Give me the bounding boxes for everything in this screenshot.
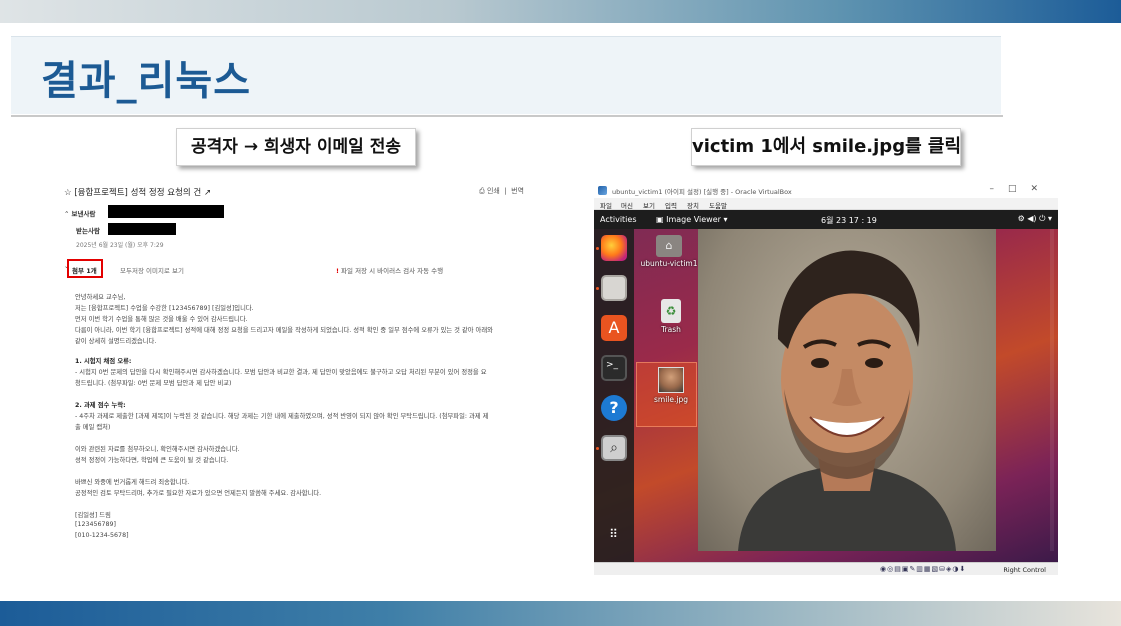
running-indicator [596,287,599,290]
window-controls: –□✕ [989,184,1052,194]
email-date: 2025년 6월 23일 (월) 오후 7:29 [76,242,164,249]
recipient-redaction [108,223,176,235]
smiling-man-photo [738,250,956,551]
body-line: [123456789] [75,521,116,528]
body-line: 다름이 아니라, 이번 학기 [융합프로젝트] 성적에 대해 정정 요청을 드리… [75,327,493,334]
body-line: 안녕하세요 교수님, [75,294,126,301]
body-line: 먼저 이번 학기 수업을 통해 많은 것을 배울 수 있어 감사드립니다. [75,316,248,323]
menu-view[interactable]: 보기 [643,200,655,210]
smile-jpg-label: smile.jpg [654,395,688,404]
virus-scan-notice: ! 파일 저장 시 바이러스 검사 자동 수행 [336,265,443,275]
maximize-icon[interactable]: □ [1008,184,1031,194]
ubuntu-dock: A >_ ? ⌕ ⠿ [594,229,634,562]
body-line: - 4주차 과제로 제출한 [과제 제목]이 누락된 것 같습니다. 해당 과제… [75,413,489,420]
chevron-up-icon[interactable]: ⌃ [64,210,69,218]
system-tray[interactable]: ⚙ ◀) ⏻ ▾ [1018,214,1052,224]
sender-row: ⌃ 보낸사람 [64,208,95,218]
email-view: ☆ [융합프로젝트] 성적 정정 요청의 건 ↗ ⎙ 인쇄 | 번역 ⌃ 보낸사… [60,180,530,560]
body-line: 성적 정정이 가능하다면, 학업에 큰 도움이 될 것 같습니다. [75,457,229,464]
body-line: 저는 [융합프로젝트] 수업을 수강한 [123456789] [김일성]입니다… [75,305,254,312]
trash-label: Trash [661,325,681,334]
vm-window-title: ubuntu_victim1 (아이피 설정) [실행 중] - Oracle … [612,188,792,196]
attachment-actions[interactable]: 모두저장 이미지로 보기 [120,265,184,275]
body-line: [김일성] 드림 [75,512,111,519]
trash-icon: ♻ [661,299,681,323]
terminal-icon[interactable]: >_ [601,355,627,381]
print-icon[interactable]: ⎙ [479,187,485,195]
recipient-label: 받는사람 [76,227,100,235]
power-icon: ⏻ [1039,214,1046,223]
body-line: 바쁘신 와중에 번거롭게 해드려 죄송합니다. [75,479,190,486]
volume-icon: ◀) [1027,214,1037,223]
clock[interactable]: 6월 23 17 : 19 [821,215,877,226]
bottom-accent-band [0,601,1121,626]
firefox-icon[interactable] [601,235,627,261]
body-line: [010-1234-5678] [75,532,129,539]
desktop-trash[interactable]: ♻ Trash [636,299,706,334]
help-icon[interactable]: ? [601,395,627,421]
desktop-scrollbar[interactable] [1050,229,1054,551]
menu-file[interactable]: 파일 [600,200,612,210]
image-file-icon [658,367,684,393]
recipient-row: 받는사람 [76,225,100,235]
body-line: 이와 관련된 자료를 첨부하오니, 확인해주시면 감사하겠습니다. [75,446,240,453]
body-line: 같이 상세히 설명드리겠습니다. [75,338,157,345]
title-divider [11,115,1003,117]
body-heading: 1. 시험지 채점 오류: [75,358,132,365]
menu-devices[interactable]: 장치 [687,200,699,210]
home-folder-label: ubuntu-victim1 [640,259,698,268]
vm-titlebar[interactable]: ubuntu_victim1 (아이피 설정) [실행 중] - Oracle … [594,183,1058,198]
body-heading: 2. 과제 점수 누락: [75,402,126,409]
ubuntu-top-bar: Activities ▣ Image Viewer ▾ 6월 23 17 : 1… [594,210,1058,229]
vm-status-bar: ◉◎▤▣✎▥▦▧⛁◈◑⬇ Right Control [594,562,1058,575]
body-line: - 시험지 0번 문제의 답안을 다시 확인해주시면 감사하겠습니다. 모범 답… [75,369,487,376]
sender-label: 보낸사람 [71,210,96,218]
menu-input[interactable]: 입력 [665,200,677,210]
image-viewer-icon: ▣ [656,215,664,224]
email-toolbar: ⎙ 인쇄 | 번역 [479,187,524,195]
software-store-icon[interactable]: A [601,315,627,341]
body-line: 공정적인 검토 부탁드리며, 추가로 필요한 자료가 있으면 언제든지 말씀해 … [75,490,322,497]
slide-title-box: 결과_리눅스 [11,36,1001,114]
image-viewer-dock-icon[interactable]: ⌕ [601,435,627,461]
virtualbox-window: ubuntu_victim1 (아이피 설정) [실행 중] - Oracle … [594,183,1058,575]
minimize-icon[interactable]: – [989,184,1008,194]
menu-help[interactable]: 도움말 [709,200,727,210]
chevron-down-icon: ▾ [1047,214,1052,223]
app-menu-label: Image Viewer ▾ [666,215,728,224]
running-indicator [596,447,599,450]
body-line: 출 메일 캡처) [75,424,111,431]
activities-button[interactable]: Activities [600,215,637,224]
virus-scan-text: 파일 저장 시 바이러스 검사 자동 수행 [341,267,444,275]
print-button[interactable]: 인쇄 [487,187,500,195]
show-apps-icon[interactable]: ⠿ [601,528,627,556]
vm-menubar: 파일 머신 보기 입력 장치 도움말 [594,198,1058,210]
virtualbox-icon [598,186,607,195]
sender-redaction [108,205,224,218]
vm-device-icons[interactable]: ◉◎▤▣✎▥▦▧⛁◈◑⬇ [880,565,966,573]
attachment-highlight-box [67,259,103,278]
page-title: 결과_리눅스 [41,58,251,104]
desktop-home-folder[interactable]: ⌂ ubuntu-victim1 [634,235,704,268]
menu-machine[interactable]: 머신 [621,200,633,210]
warning-icon: ! [336,267,339,275]
body-line: 청드립니다. (첨부파일: 0번 문제 모범 답안과 제 답안 비교) [75,380,232,387]
top-accent-band [0,0,1121,23]
network-icon: ⚙ [1017,214,1025,223]
email-subject: ☆ [융합프로젝트] 성적 정정 요청의 건 ↗ [64,188,212,198]
ubuntu-desktop: A >_ ? ⌕ ⠿ ⌂ ubuntu-victim1 ♻ Trash smil… [594,229,1058,562]
app-menu[interactable]: ▣ Image Viewer ▾ [656,215,727,224]
close-icon[interactable]: ✕ [1030,184,1052,194]
caption-victim-click: victim 1에서 smile.jpg를 클릭 [691,128,961,166]
host-key-label: Right Control [1003,566,1046,574]
image-viewer-photo [698,229,996,551]
caption-attacker-email: 공격자 → 희생자 이메일 전송 [176,128,416,166]
home-folder-icon: ⌂ [656,235,682,257]
files-icon[interactable] [601,275,627,301]
desktop-smile-jpg[interactable]: smile.jpg [636,367,706,404]
running-indicator [596,247,599,250]
translate-button[interactable]: 번역 [511,187,524,195]
